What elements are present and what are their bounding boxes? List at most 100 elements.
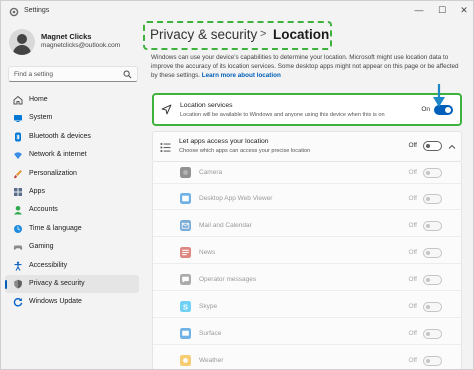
app-state: Off bbox=[408, 330, 417, 337]
app-state: Off bbox=[408, 195, 417, 202]
operator-messages-icon bbox=[180, 274, 191, 285]
brush-icon bbox=[14, 169, 22, 178]
gaming-icon bbox=[13, 245, 23, 251]
app-toggle[interactable] bbox=[423, 329, 442, 339]
sidebar-item-accounts[interactable]: Accounts bbox=[5, 201, 139, 219]
sidebar-item-bluetooth[interactable]: Bluetooth & devices bbox=[5, 128, 139, 146]
apps-access-card[interactable]: Let apps access your location Choose whi… bbox=[152, 131, 462, 162]
app-name: News bbox=[199, 249, 216, 256]
list-item: Camera Off bbox=[153, 162, 461, 184]
close-button[interactable]: ✕ bbox=[455, 4, 473, 16]
list-item: S Skype Off bbox=[153, 296, 461, 318]
sidebar-item-time-language[interactable]: Time & language bbox=[5, 220, 139, 238]
app-name: Weather bbox=[199, 357, 224, 364]
weather-icon bbox=[180, 355, 191, 366]
window-title: Settings bbox=[24, 7, 50, 14]
search-icon[interactable] bbox=[123, 70, 132, 79]
app-toggle[interactable] bbox=[423, 168, 442, 178]
mail-calendar-icon bbox=[180, 220, 191, 231]
apps-icon bbox=[14, 187, 22, 196]
sidebar-item-privacy-security[interactable]: Privacy & security bbox=[5, 274, 139, 294]
list-item: Weather Off bbox=[153, 350, 461, 369]
breadcrumb-parent-link[interactable]: Privacy & security bbox=[150, 27, 257, 42]
apps-list: Camera Off Desktop App Web Viewer Off Ma… bbox=[152, 162, 462, 369]
app-toggle[interactable] bbox=[423, 275, 442, 285]
profile-name: Magnet Clicks bbox=[41, 32, 92, 41]
app-name: Surface bbox=[199, 330, 222, 337]
sidebar-item-label: Gaming bbox=[29, 243, 54, 251]
sidebar-item-label: Time & language bbox=[29, 224, 82, 232]
news-icon bbox=[180, 247, 191, 258]
apps-access-title: Let apps access your location bbox=[179, 138, 269, 145]
sidebar-item-label: Bluetooth & devices bbox=[29, 132, 91, 140]
shield-icon bbox=[14, 279, 22, 289]
sidebar-item-label: Personalization bbox=[29, 169, 77, 177]
accessibility-icon bbox=[14, 261, 22, 271]
sidebar-item-personalization[interactable]: Personalization bbox=[5, 165, 139, 183]
sidebar-item-label: Network & internet bbox=[29, 151, 87, 159]
apps-access-description: Choose which apps can access your precis… bbox=[179, 148, 311, 154]
sidebar-item-accessibility[interactable]: Accessibility bbox=[5, 257, 139, 275]
settings-app-icon bbox=[9, 7, 19, 17]
learn-more-link[interactable]: Learn more about location bbox=[202, 72, 281, 79]
sidebar-item-label: Apps bbox=[29, 187, 45, 195]
app-state: Off bbox=[408, 276, 417, 283]
sidebar-item-network[interactable]: Network & internet bbox=[5, 146, 139, 164]
svg-text:S: S bbox=[183, 302, 188, 311]
apps-access-state: Off bbox=[408, 142, 417, 149]
maximize-button[interactable]: ☐ bbox=[433, 4, 451, 16]
sidebar-item-apps[interactable]: Apps bbox=[5, 183, 139, 201]
sidebar-item-label: System bbox=[29, 114, 53, 122]
page-title: Location bbox=[273, 27, 330, 42]
title-bar: Settings — ☐ ✕ bbox=[1, 1, 473, 21]
app-name: Skype bbox=[199, 303, 218, 310]
web-viewer-icon bbox=[180, 193, 191, 204]
accounts-icon bbox=[14, 206, 22, 215]
app-state: Off bbox=[408, 169, 417, 176]
list-item: News Off bbox=[153, 242, 461, 264]
minimize-button[interactable]: — bbox=[410, 4, 428, 16]
sidebar-item-windows-update[interactable]: Windows Update bbox=[5, 293, 139, 311]
app-state: Off bbox=[408, 222, 417, 229]
profile-email: magnetclicks@outlook.com bbox=[41, 42, 121, 49]
sidebar-item-home[interactable]: Home bbox=[5, 91, 139, 109]
sidebar-item-label: Accounts bbox=[29, 206, 58, 214]
settings-window: Settings — ☐ ✕ Magnet Clicks magnetclick… bbox=[0, 0, 474, 370]
location-services-description: Location will be available to Windows an… bbox=[180, 112, 385, 118]
app-toggle[interactable] bbox=[423, 194, 442, 204]
bluetooth-icon bbox=[15, 132, 21, 142]
sidebar-item-label: Accessibility bbox=[29, 261, 68, 269]
surface-icon bbox=[180, 328, 191, 339]
sidebar-item-gaming[interactable]: Gaming bbox=[5, 238, 139, 256]
location-services-state: On bbox=[421, 106, 430, 113]
skype-icon: S bbox=[180, 301, 191, 312]
list-icon bbox=[160, 143, 171, 152]
breadcrumb-separator: > bbox=[260, 28, 267, 40]
search-input[interactable] bbox=[14, 69, 124, 80]
intro-description: Windows can use your device's capabiliti… bbox=[151, 54, 459, 80]
list-item: Desktop App Web Viewer Off bbox=[153, 188, 461, 210]
home-icon bbox=[13, 95, 23, 105]
app-toggle[interactable] bbox=[423, 221, 442, 231]
location-arrow-icon bbox=[161, 104, 172, 115]
chevron-up-icon[interactable] bbox=[448, 143, 456, 151]
sidebar-item-system[interactable]: System bbox=[5, 109, 139, 127]
app-toggle[interactable] bbox=[423, 302, 442, 312]
pointer-arrow-icon bbox=[433, 84, 445, 107]
search-box[interactable] bbox=[8, 66, 138, 82]
apps-access-toggle[interactable] bbox=[423, 141, 442, 151]
intro-text: Windows can use your device's capabiliti… bbox=[151, 53, 461, 81]
sidebar-item-label: Privacy & security bbox=[29, 279, 85, 287]
list-item: Mail and Calendar Off bbox=[153, 215, 461, 237]
app-toggle[interactable] bbox=[423, 356, 442, 366]
app-toggle[interactable] bbox=[423, 248, 442, 258]
avatar-head bbox=[17, 34, 27, 44]
avatar[interactable] bbox=[9, 29, 35, 55]
windows-update-icon bbox=[13, 298, 23, 307]
app-state: Off bbox=[408, 249, 417, 256]
app-name: Mail and Calendar bbox=[199, 222, 252, 229]
location-services-card[interactable]: Location services Location will be avail… bbox=[152, 93, 462, 126]
system-icon bbox=[14, 115, 22, 123]
avatar-body bbox=[13, 45, 31, 55]
app-state: Off bbox=[408, 357, 417, 364]
